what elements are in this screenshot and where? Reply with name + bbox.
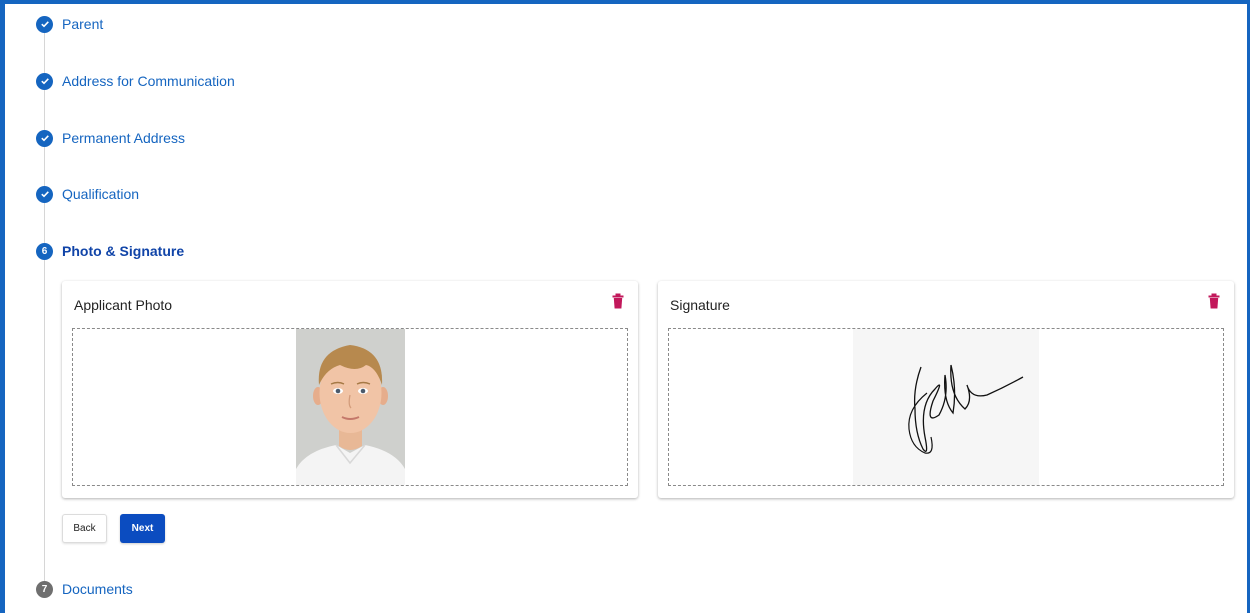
signature-preview-area[interactable] [668,328,1224,486]
step-photo-signature[interactable]: 6 Photo & Signature [36,242,184,260]
step-permanent-address[interactable]: Permanent Address [36,129,185,147]
trash-icon[interactable] [611,293,625,309]
check-circle-icon [36,15,53,33]
signature-card: Signature [658,281,1234,498]
check-circle-icon [36,129,53,147]
step-number-badge: 7 [36,580,53,598]
step-label[interactable]: Documents [62,581,133,597]
step-qualification[interactable]: Qualification [36,185,139,203]
step-label[interactable]: Qualification [62,186,139,202]
check-circle-icon [36,185,53,203]
card-title: Signature [670,297,730,313]
photo-preview-area[interactable] [72,328,628,486]
trash-icon[interactable] [1207,293,1221,309]
step-label[interactable]: Photo & Signature [62,243,184,259]
check-circle-icon [36,72,53,90]
applicant-photo-card: Applicant Photo [62,281,638,498]
step-number-badge: 6 [36,242,53,260]
applicant-photo-image [296,329,405,485]
stepper-rail [44,30,45,590]
step-address-communication[interactable]: Address for Communication [36,72,235,90]
step-label[interactable]: Parent [62,16,103,32]
step-parent[interactable]: Parent [36,15,103,33]
next-button[interactable]: Next [120,514,165,543]
card-title: Applicant Photo [74,297,173,313]
signature-image [853,329,1039,485]
back-button[interactable]: Back [62,514,107,543]
step-label[interactable]: Permanent Address [62,130,185,146]
step-documents[interactable]: 7 Documents [36,580,133,598]
step-label[interactable]: Address for Communication [62,73,235,89]
